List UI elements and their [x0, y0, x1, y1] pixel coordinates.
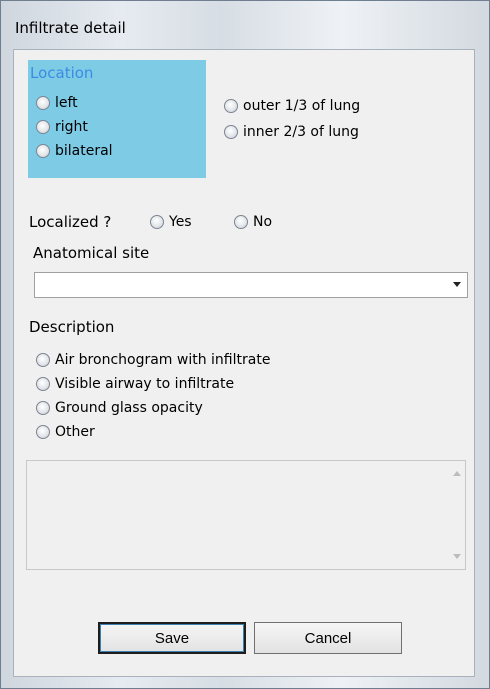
radio-circle-icon[interactable]: [36, 425, 50, 439]
radio-circle-icon[interactable]: [224, 125, 238, 139]
cancel-button[interactable]: Cancel: [254, 622, 402, 654]
dialog-title: Infiltrate detail: [15, 19, 126, 37]
extent-inner-radio[interactable]: inner 2/3 of lung: [224, 121, 359, 143]
radio-circle-icon[interactable]: [224, 99, 238, 113]
radio-circle-icon[interactable]: [36, 377, 50, 391]
radio-circle-icon[interactable]: [234, 215, 248, 229]
location-panel: Location left right bilateral: [28, 60, 206, 178]
anatomical-site-label: Anatomical site: [33, 244, 150, 262]
description-ground-glass-radio[interactable]: Ground glass opacity: [36, 397, 203, 419]
location-right-radio[interactable]: right: [36, 116, 88, 138]
textarea-scrollbar[interactable]: [448, 461, 465, 569]
location-left-label: left: [55, 95, 78, 111]
description-label: Description: [29, 318, 115, 336]
save-button[interactable]: Save: [98, 622, 246, 654]
location-left-radio[interactable]: left: [36, 92, 78, 114]
localized-yes-radio[interactable]: Yes: [150, 211, 192, 233]
location-bilateral-label: bilateral: [55, 143, 113, 159]
scroll-up-arrow-icon[interactable]: [453, 471, 461, 476]
extent-outer-radio[interactable]: outer 1/3 of lung: [224, 95, 360, 117]
description-air-bronchogram-radio[interactable]: Air bronchogram with infiltrate: [36, 349, 270, 371]
extent-outer-label: outer 1/3 of lung: [243, 98, 361, 114]
location-label: Location: [30, 64, 94, 82]
chevron-down-icon[interactable]: [453, 282, 461, 287]
radio-circle-icon[interactable]: [36, 401, 50, 415]
extent-inner-label: inner 2/3 of lung: [243, 124, 359, 140]
localized-label: Localized ?: [29, 213, 112, 231]
localized-no-radio[interactable]: No: [234, 211, 272, 233]
infiltrate-detail-dialog: Infiltrate detail Location left right bi…: [0, 0, 490, 689]
other-description-textarea[interactable]: [26, 460, 466, 570]
description-option-label: Other: [55, 424, 95, 440]
radio-circle-icon[interactable]: [150, 215, 164, 229]
radio-circle-icon[interactable]: [36, 120, 50, 134]
description-option-label: Ground glass opacity: [55, 400, 203, 416]
location-bilateral-radio[interactable]: bilateral: [36, 140, 113, 162]
localized-no-label: No: [253, 214, 273, 230]
radio-circle-icon[interactable]: [36, 353, 50, 367]
description-option-label: Visible airway to infiltrate: [55, 376, 235, 392]
anatomical-site-combobox[interactable]: [34, 272, 468, 298]
localized-yes-label: Yes: [169, 214, 192, 230]
title-bar[interactable]: Infiltrate detail: [1, 1, 489, 45]
location-right-label: right: [55, 119, 88, 135]
dialog-client-area: Location left right bilateral outer 1/3 …: [13, 49, 475, 677]
description-option-label: Air bronchogram with infiltrate: [55, 352, 271, 368]
description-visible-airway-radio[interactable]: Visible airway to infiltrate: [36, 373, 234, 395]
scroll-down-arrow-icon[interactable]: [453, 554, 461, 559]
description-other-radio[interactable]: Other: [36, 421, 95, 443]
radio-circle-icon[interactable]: [36, 144, 50, 158]
radio-circle-icon[interactable]: [36, 96, 50, 110]
